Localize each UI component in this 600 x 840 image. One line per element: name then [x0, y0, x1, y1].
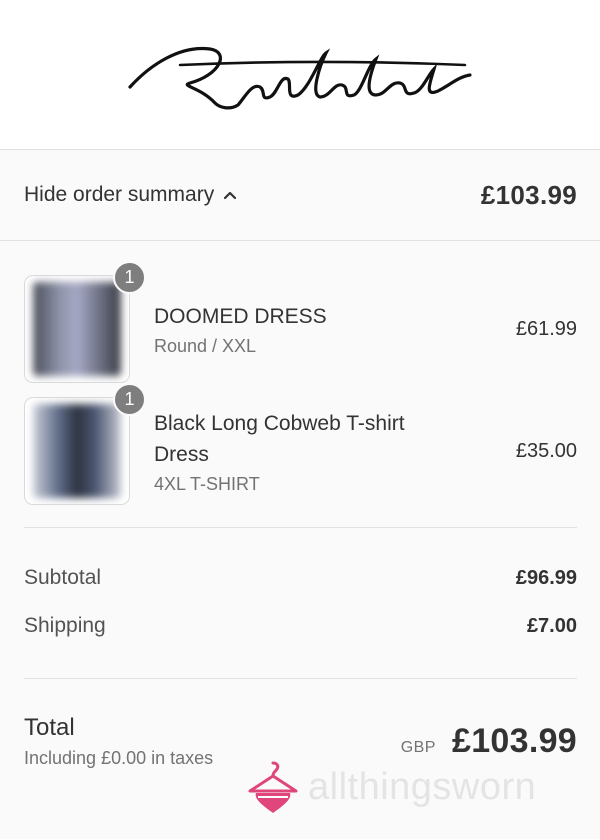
item-price: £61.99 — [515, 317, 577, 340]
item-variant: Round / XXL — [154, 336, 257, 356]
summary-bar-total: £103.99 — [480, 179, 577, 210]
item-info: Black Long Cobweb T-shirt Dress 4XL T-SH… — [130, 408, 516, 495]
quantity-badge: 1 — [113, 383, 146, 416]
cost-lines: Subtotal £96.99 Shipping £7.00 — [24, 528, 577, 678]
item-name: DOOMED DRESS — [154, 305, 327, 328]
shipping-label: Shipping — [24, 614, 106, 637]
line-item: 1 Black Long Cobweb T-shirt Dress 4XL T-… — [24, 383, 577, 505]
store-header — [0, 0, 600, 150]
item-name: Black Long Cobweb T-shirt Dress — [154, 411, 405, 466]
total-label: Total — [24, 714, 75, 741]
total-right: GBP £103.99 — [401, 722, 577, 761]
product-thumbnail — [24, 397, 130, 505]
subtotal-row: Subtotal £96.99 — [24, 554, 577, 602]
order-summary-toggle-bar: Hide order summary £103.99 — [0, 150, 600, 241]
item-variant: 4XL T-SHIRT — [154, 473, 260, 494]
line-items-list: 1 DOOMED DRESS Round / XXL £61.99 1 Blac… — [24, 241, 577, 505]
product-thumbnail-wrapper: 1 — [24, 383, 146, 505]
shipping-row: Shipping £7.00 — [24, 602, 577, 650]
line-item: 1 DOOMED DRESS Round / XXL £61.99 — [24, 261, 577, 383]
product-thumbnail — [24, 275, 130, 383]
toggle-label: Hide order summary — [24, 183, 215, 206]
total-row: Total Including £0.00 in taxes GBP £103.… — [24, 679, 577, 769]
product-thumbnail-wrapper: 1 — [24, 261, 146, 383]
item-info: DOOMED DRESS Round / XXL — [130, 301, 516, 357]
total-left: Total Including £0.00 in taxes — [24, 714, 213, 769]
currency-code: GBP — [400, 739, 436, 756]
quantity-badge: 1 — [113, 261, 146, 294]
shipping-value: £7.00 — [526, 614, 577, 637]
item-price: £35.00 — [515, 439, 577, 462]
total-amount: £103.99 — [451, 722, 577, 760]
chevron-up-icon — [224, 191, 237, 200]
tax-note: Including £0.00 in taxes — [24, 748, 214, 768]
hide-order-summary-button[interactable]: Hide order summary — [24, 183, 238, 207]
subtotal-value: £96.99 — [515, 566, 577, 589]
order-summary-panel: 1 DOOMED DRESS Round / XXL £61.99 1 Blac… — [0, 241, 600, 839]
subtotal-label: Subtotal — [24, 566, 102, 589]
brand-logo[interactable] — [120, 35, 480, 115]
